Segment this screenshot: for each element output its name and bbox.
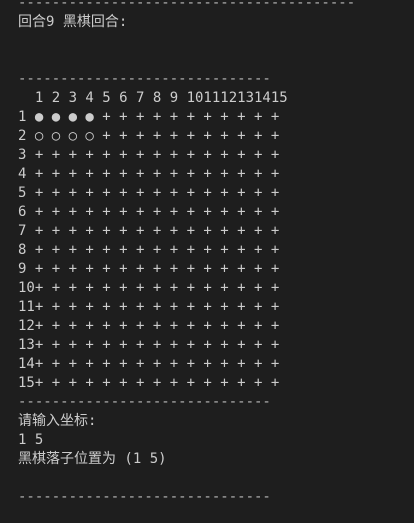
- board-row-6: 6 + + + + + + + + + + + + + + +: [18, 204, 280, 220]
- board-row-7: 7 + + + + + + + + + + + + + + +: [18, 223, 280, 239]
- top-divider: ----------------------------------------: [18, 0, 356, 11]
- board-row-15: 15+ + + + + + + + + + + + + + +: [18, 375, 280, 391]
- board-row-13: 13+ + + + + + + + + + + + + + +: [18, 337, 280, 353]
- board-row-8: 8 + + + + + + + + + + + + + + +: [18, 242, 280, 258]
- board-row-1: 1 ● ● ● ● + + + + + + + + + + +: [18, 109, 280, 125]
- board-row-4: 4 + + + + + + + + + + + + + + +: [18, 166, 280, 182]
- board-row-11: 11+ + + + + + + + + + + + + + +: [18, 299, 280, 315]
- turn-status: 回合9 黑棋回合:: [18, 14, 128, 30]
- board-column-header: 1 2 3 4 5 6 7 8 9 101112131415: [18, 90, 288, 106]
- board-row-3: 3 + + + + + + + + + + + + + + +: [18, 147, 280, 163]
- coordinate-input-value: 1 5: [18, 432, 44, 448]
- board-row-14: 14+ + + + + + + + + + + + + + +: [18, 356, 280, 372]
- placement-result: 黑棋落子位置为 (1 5): [18, 451, 167, 467]
- coordinate-input-prompt: 请输入坐标:: [18, 413, 97, 429]
- board-row-9: 9 + + + + + + + + + + + + + + +: [18, 261, 280, 277]
- board-divider-top: ------------------------------: [18, 71, 271, 87]
- terminal-output: ----------------------------------------…: [18, 0, 408, 523]
- board-row-5: 5 + + + + + + + + + + + + + + +: [18, 185, 280, 201]
- board-row-10: 10+ + + + + + + + + + + + + + +: [18, 280, 280, 296]
- bottom-divider: ------------------------------: [18, 489, 271, 505]
- board-row-12: 12+ + + + + + + + + + + + + + +: [18, 318, 280, 334]
- board-divider-bottom: ------------------------------: [18, 394, 271, 410]
- board-row-2: 2 ○ ○ ○ ○ + + + + + + + + + + +: [18, 128, 280, 144]
- gomoku-board: 1 2 3 4 5 6 7 8 9 101112131415 1 ● ● ● ●…: [18, 89, 408, 393]
